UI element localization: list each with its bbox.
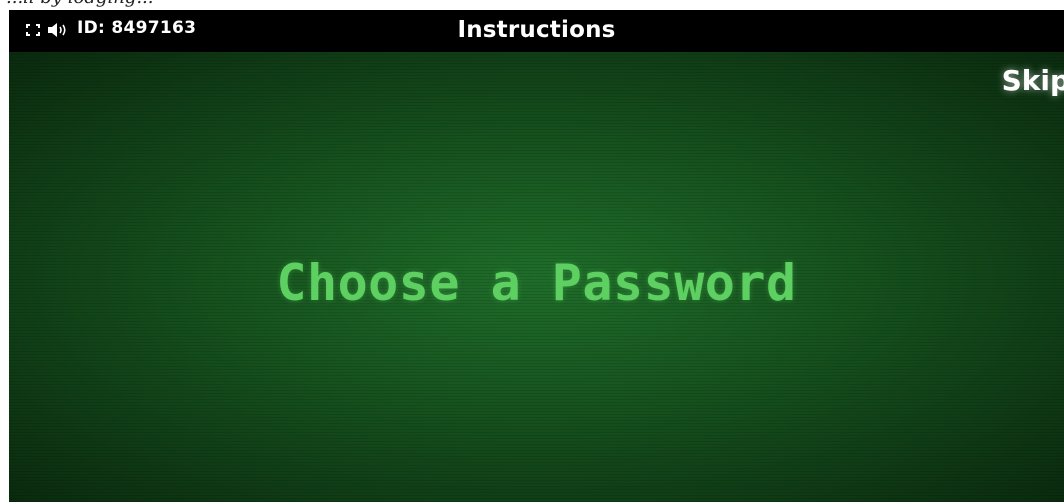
game-topbar: ID: 8497163 Instructions	[9, 10, 1064, 52]
game-frame: ID: 8497163 Instructions Skip Choose a P…	[9, 10, 1064, 502]
instruction-headline: Choose a Password	[276, 254, 797, 312]
skip-button[interactable]: Skip	[1002, 64, 1064, 97]
instruction-screen: Skip Choose a Password	[9, 52, 1064, 502]
page-caption: ...ll by lodging...	[6, 0, 154, 8]
page-title: Instructions	[457, 17, 616, 43]
page-caption-strip: ...ll by lodging...	[0, 0, 1064, 10]
